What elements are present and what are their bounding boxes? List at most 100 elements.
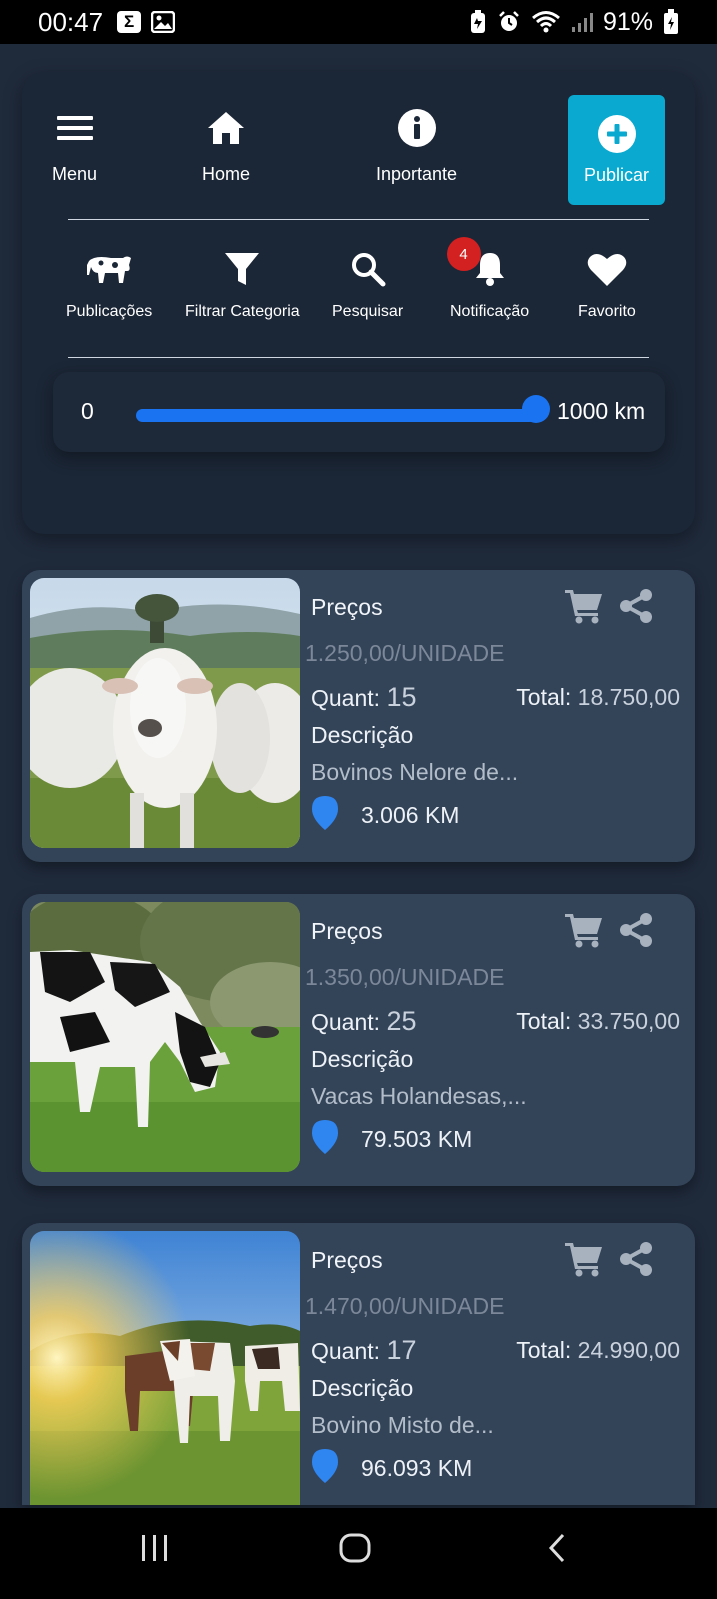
notification-badge: 4	[446, 237, 481, 271]
share-icon[interactable]	[618, 1241, 654, 1277]
listing-info: Preços 1.350,00/UNIDADE Quant: 25 Total:…	[303, 894, 695, 1186]
total-label: Total:	[516, 1008, 572, 1034]
notificacao-button[interactable]: 4 Notificação	[446, 237, 530, 321]
header-card: Menu Home Inportante Publicar Publicaçõe…	[22, 72, 695, 534]
filter-icon	[225, 253, 260, 285]
precos-label: Preços	[311, 594, 383, 620]
status-time: 00:47	[38, 6, 104, 37]
descricao-label: Descrição	[311, 1375, 414, 1401]
total-label: Total:	[516, 1337, 572, 1363]
home-icon	[208, 112, 244, 144]
sigma-notification-icon: Σ	[117, 11, 142, 33]
filtrar-categoria-label: Filtrar Categoria	[185, 303, 300, 320]
heart-icon	[587, 253, 627, 286]
quant-label: Quant:	[311, 1009, 381, 1035]
listing-price: 1.250,00/UNIDADE	[305, 640, 505, 666]
cart-icon[interactable]	[565, 912, 603, 948]
publicacoes-button[interactable]: Publicações	[66, 247, 152, 321]
cart-icon[interactable]	[565, 1241, 603, 1277]
importante-label: Inportante	[376, 164, 458, 184]
listing-distance: 96.093 KM	[361, 1455, 473, 1481]
listing-total: Total: 24.990,00	[516, 1337, 680, 1364]
publicacoes-label: Publicações	[66, 303, 153, 320]
total-value: 18.750,00	[577, 684, 680, 710]
slider-max-label: 1000 km	[557, 398, 646, 424]
listing-photo[interactable]	[30, 902, 300, 1172]
listing-info: Preços 1.250,00/UNIDADE Quant: 15 Total:…	[303, 570, 695, 862]
battery-percent: 91%	[602, 7, 653, 36]
signal-icon	[571, 13, 593, 32]
info-icon	[397, 109, 436, 147]
share-icon[interactable]	[618, 912, 654, 948]
subnav-divider	[68, 357, 649, 358]
quant-value: 17	[386, 1335, 417, 1365]
alarm-icon	[499, 11, 519, 31]
gallery-notification-icon	[151, 11, 176, 33]
home-button[interactable]: Home	[202, 106, 250, 185]
listing-quantity: Quant: 15	[311, 682, 416, 713]
wifi-icon	[531, 11, 560, 33]
battery-saver-icon	[470, 10, 485, 33]
favorito-label: Favorito	[578, 303, 636, 320]
recent-apps-icon[interactable]	[139, 1532, 171, 1564]
publicar-label: Publicar	[583, 164, 650, 185]
menu-label: Menu	[52, 164, 98, 184]
mixed-cattle-sunset-image	[30, 1231, 300, 1505]
cow-icon	[87, 256, 132, 283]
descricao-label: Descrição	[311, 1046, 414, 1072]
quant-label: Quant:	[311, 1338, 381, 1364]
total-value: 33.750,00	[577, 1008, 680, 1034]
filtrar-categoria-button[interactable]: Filtrar Categoria	[185, 247, 300, 321]
listing-card[interactable]: Preços 1.350,00/UNIDADE Quant: 25 Total:…	[22, 894, 695, 1186]
listing-description: Vacas Holandesas,...	[311, 1083, 527, 1109]
listing-quantity: Quant: 25	[311, 1006, 416, 1037]
listing-total: Total: 33.750,00	[516, 1008, 680, 1035]
slider-min-label: 0	[81, 398, 94, 424]
distance-slider-thumb[interactable]	[522, 395, 550, 423]
holstein-cow-grazing-image	[30, 902, 300, 1172]
toolbar-divider	[68, 219, 649, 220]
pesquisar-button[interactable]: Pesquisar	[332, 247, 403, 321]
listing-quantity: Quant: 17	[311, 1335, 416, 1366]
listing-info: Preços 1.470,00/UNIDADE Quant: 17 Total:…	[303, 1223, 695, 1505]
listing-distance: 3.006 KM	[361, 802, 460, 828]
distance-slider-track[interactable]	[136, 409, 536, 422]
hamburger-menu-icon	[56, 116, 93, 140]
white-nelore-cattle-image	[30, 578, 300, 848]
battery-charging-icon	[664, 9, 678, 34]
back-icon[interactable]	[545, 1532, 569, 1564]
listing-photo[interactable]	[30, 1231, 300, 1505]
listing-price: 1.350,00/UNIDADE	[305, 964, 505, 990]
listing-description: Bovino Misto de...	[311, 1412, 494, 1438]
pesquisar-label: Pesquisar	[332, 303, 404, 320]
quant-label: Quant:	[311, 685, 381, 711]
total-value: 24.990,00	[577, 1337, 680, 1363]
location-pin-icon	[312, 1120, 338, 1154]
quant-value: 25	[386, 1006, 417, 1036]
location-pin-icon	[312, 1449, 338, 1483]
listing-photo[interactable]	[30, 578, 300, 848]
add-circle-icon	[597, 114, 636, 153]
quant-value: 15	[386, 682, 417, 712]
publicar-button[interactable]: Publicar	[568, 95, 665, 205]
status-bar: 00:47 Σ 91%	[0, 0, 717, 44]
system-navigation-bar	[0, 1508, 717, 1599]
precos-label: Preços	[311, 918, 383, 944]
favorito-button[interactable]: Favorito	[578, 247, 636, 321]
search-icon	[351, 253, 386, 287]
listing-price: 1.470,00/UNIDADE	[305, 1293, 505, 1319]
listing-card[interactable]: Preços 1.250,00/UNIDADE Quant: 15 Total:…	[22, 570, 695, 862]
listing-distance: 79.503 KM	[361, 1126, 473, 1152]
distance-slider-card: 0 1000 km	[53, 372, 665, 452]
menu-button[interactable]: Menu	[52, 106, 97, 185]
descricao-label: Descrição	[311, 722, 414, 748]
share-icon[interactable]	[618, 588, 654, 624]
importante-button[interactable]: Inportante	[376, 106, 457, 185]
listing-card[interactable]: Preços 1.470,00/UNIDADE Quant: 17 Total:…	[22, 1223, 695, 1505]
notificacao-label: Notificação	[450, 303, 530, 320]
home-nav-icon[interactable]	[338, 1532, 372, 1564]
cart-icon[interactable]	[565, 588, 603, 624]
total-label: Total:	[516, 684, 572, 710]
precos-label: Preços	[311, 1247, 383, 1273]
home-label: Home	[202, 164, 251, 184]
